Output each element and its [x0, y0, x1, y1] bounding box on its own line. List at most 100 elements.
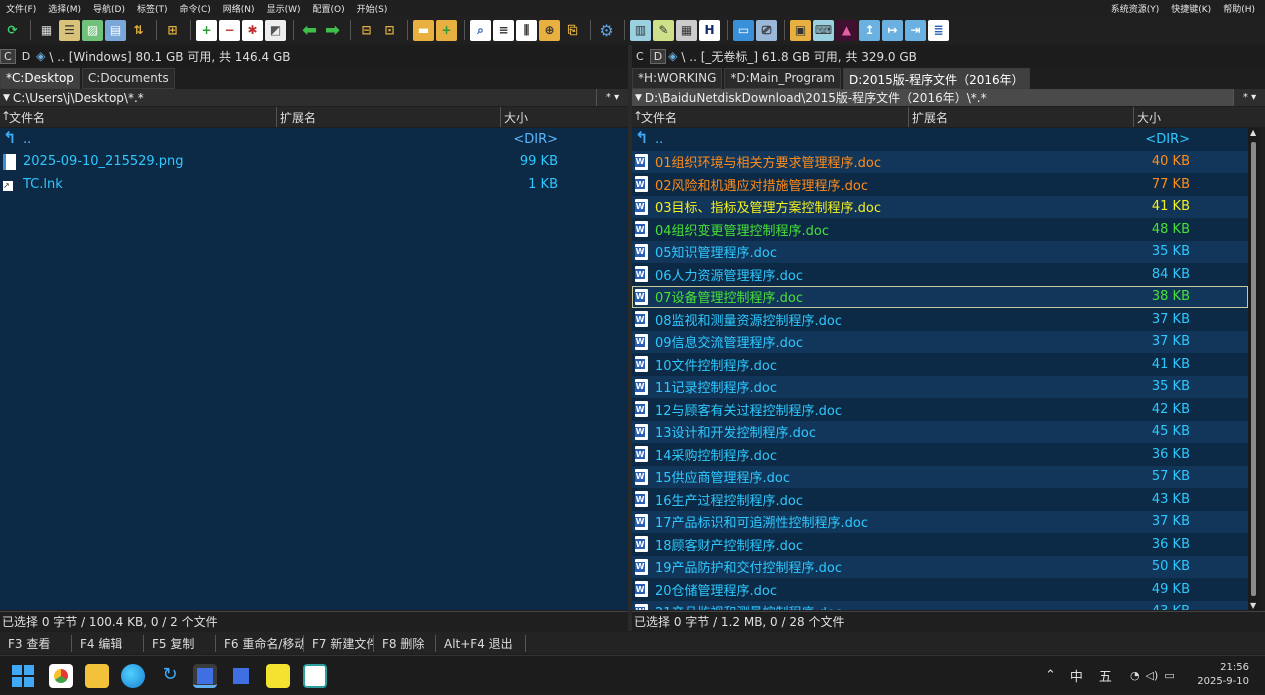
folder-sync-icon[interactable]: ⇥ [905, 19, 926, 41]
column-name[interactable]: 文件名 [641, 109, 677, 126]
file-row[interactable]: 15供应商管理程序.doc 57 KB [632, 465, 1248, 488]
file-row[interactable]: 08监视和测量资源控制程序.doc 37 KB [632, 308, 1248, 330]
hex-editor-icon[interactable]: H [699, 19, 720, 41]
left-file-list[interactable]: ↰.. <DIR> 2025-09-10_215529.png 99 KB ↗ TC.ln… [0, 128, 628, 610]
right-file-list[interactable]: ↰.. <DIR> 01组织环境与相关方要求管理程序.doc 40 KB 02风险和机遇… [632, 128, 1248, 610]
drive-d-button[interactable]: D [649, 48, 667, 64]
function-key-button[interactable]: F6 重命名/移动 [216, 634, 304, 652]
menu-item[interactable]: 网络(N) [217, 2, 261, 15]
scrollbar-thumb[interactable] [1251, 142, 1256, 596]
file-row[interactable]: 03目标、指标及管理方案控制程序.doc 41 KB [632, 195, 1248, 218]
unpack-files-icon[interactable]: ⊡ [379, 20, 400, 41]
menu-item[interactable]: 开始(S) [351, 2, 394, 15]
brief-view-icon[interactable]: ▦ [36, 20, 57, 41]
back-arrow-icon[interactable]: ⬅ [299, 20, 320, 41]
drive-c-button[interactable]: C [632, 49, 648, 64]
calculator-icon[interactable]: ▦ [676, 19, 697, 41]
column-divider[interactable] [500, 107, 501, 127]
left-filter-button[interactable]: * ▾ [596, 89, 628, 106]
snipping-tool-icon[interactable] [303, 664, 327, 688]
select-minus-icon[interactable]: − [219, 19, 240, 41]
tab-d-2015-program-files[interactable]: D:2015版-程序文件（2016年） [842, 68, 1030, 89]
menu-item[interactable]: 命令(C) [173, 2, 216, 15]
column-divider[interactable] [1133, 107, 1134, 127]
right-filter-button[interactable]: * ▾ [1233, 89, 1265, 106]
column-divider[interactable] [908, 107, 909, 127]
refresh-icon[interactable]: ⟳ [2, 20, 23, 41]
menu-item[interactable]: 快捷键(K) [1165, 2, 1217, 15]
file-row[interactable]: 17产品标识和可追溯性控制程序.doc 37 KB [632, 510, 1248, 533]
file-row[interactable]: 14采购控制程序.doc 36 KB [632, 443, 1248, 465]
folder-right-icon[interactable]: ↦ [882, 19, 903, 41]
new-folder-icon[interactable]: + [436, 19, 457, 41]
system-clock[interactable]: 21:56 2025-9-10 [1197, 661, 1249, 689]
path-dropdown-icon[interactable]: ▼ [3, 93, 10, 103]
menu-item[interactable]: 配置(O) [306, 2, 350, 15]
floppy-app-icon[interactable] [193, 664, 217, 688]
sync-dirs-icon[interactable]: ⇅ [128, 20, 149, 41]
function-key-button[interactable]: Alt+F4 退出 [436, 634, 526, 652]
file-row[interactable]: 06人力资源管理程序.doc 84 KB [632, 263, 1248, 285]
chevron-up-icon[interactable]: ⌃ [1045, 668, 1056, 683]
network-drive-icon[interactable]: ◈ [668, 49, 677, 63]
multi-rename-icon[interactable]: ≡ [493, 19, 514, 41]
file-row[interactable]: 07设备管理控制程序.doc 38 KB [632, 285, 1248, 308]
full-view-icon[interactable]: ☰ [59, 19, 80, 41]
ime-layout[interactable]: 五 [1099, 666, 1112, 685]
notes-app-icon[interactable] [266, 664, 290, 688]
file-row[interactable]: 04组织变更管理控制程序.doc 48 KB [632, 218, 1248, 240]
file-row[interactable]: 18顾客财产控制程序.doc 36 KB [632, 533, 1248, 555]
file-row[interactable]: ↗ TC.lnk 1 KB [0, 173, 628, 195]
function-key-button[interactable]: F7 新建文件夹 [304, 634, 374, 652]
notebook-icon[interactable]: ▥ [630, 19, 651, 41]
file-row[interactable]: 16生产过程控制程序.doc 43 KB [632, 488, 1248, 510]
notepad-icon[interactable]: ✎ [653, 19, 674, 41]
file-row[interactable]: 20仓储管理程序.doc 49 KB [632, 578, 1248, 600]
file-row[interactable]: 01组织环境与相关方要求管理程序.doc 40 KB [632, 150, 1248, 173]
tab-c-desktop[interactable]: *C:Desktop [0, 68, 80, 89]
file-row[interactable]: 11记录控制程序.doc 35 KB [632, 375, 1248, 398]
function-key-button[interactable]: F4 编辑 [72, 634, 144, 652]
network-folder-icon[interactable]: ⊕ [539, 19, 560, 41]
thumbnail-view-icon[interactable]: ▨ [82, 19, 103, 41]
menu-item[interactable]: 选择(M) [42, 2, 87, 15]
menu-item[interactable]: 帮助(H) [1217, 2, 1261, 15]
file-row[interactable]: 21产品监视和测量控制程序.doc 43 KB [632, 600, 1248, 610]
file-explorer-icon[interactable] [85, 664, 109, 688]
right-scrollbar[interactable]: ▲ ▼ [1248, 128, 1260, 610]
pack-files-icon[interactable]: ⊟ [356, 20, 377, 41]
menu-item[interactable]: 文件(F) [0, 2, 42, 15]
column-extension[interactable]: 扩展名 [280, 109, 316, 126]
file-row[interactable]: 02风险和机遇应对措施管理程序.doc 77 KB [632, 173, 1248, 195]
column-size[interactable]: 大小 [504, 109, 528, 126]
select-plus-icon[interactable]: + [196, 19, 217, 41]
invert-selection-icon[interactable]: ◩ [265, 19, 286, 41]
function-key-button[interactable]: F8 删除 [374, 634, 436, 652]
forward-arrow-icon[interactable]: ➡ [322, 20, 343, 41]
gear-icon[interactable]: ⚙ [596, 20, 617, 41]
menu-item[interactable]: 标签(T) [131, 2, 174, 15]
compare-files-icon[interactable]: ⫼ [516, 19, 537, 41]
volume-icon[interactable]: ◁) [1146, 669, 1159, 682]
folder-icon[interactable]: ▬ [413, 19, 434, 41]
floppy-app-icon[interactable] [229, 664, 253, 688]
column-size[interactable]: 大小 [1137, 109, 1161, 126]
ime-mode[interactable]: 中 [1070, 666, 1083, 685]
windows-start-icon[interactable] [11, 664, 35, 688]
remote-desktop-icon[interactable]: ⎚ [756, 19, 777, 41]
app-icon[interactable]: ▲ [836, 19, 857, 41]
scroll-up-icon[interactable]: ▲ [1250, 128, 1256, 137]
menu-item[interactable]: 导航(D) [87, 2, 131, 15]
left-path-bar[interactable]: ▼ C:\Users\j\Desktop\*.* * ▾ [0, 89, 628, 106]
edge-browser-icon[interactable] [121, 664, 145, 688]
column-divider[interactable] [276, 107, 277, 127]
column-extension[interactable]: 扩展名 [912, 109, 948, 126]
scroll-down-icon[interactable]: ▼ [1250, 601, 1256, 610]
wifi-icon[interactable]: ◔ [1130, 669, 1140, 682]
monitor-icon[interactable]: ▭ [733, 19, 754, 41]
folder-up-icon[interactable]: ↥ [859, 19, 880, 41]
sync-app-icon[interactable]: ↻ [158, 664, 182, 688]
right-path-bar[interactable]: ▼ D:\BaiduNetdiskDownload\2015版-程序文件（201… [632, 89, 1265, 106]
menu-item[interactable]: 显示(W) [261, 2, 307, 15]
clipboard-icon[interactable]: ⎘ [562, 20, 583, 41]
